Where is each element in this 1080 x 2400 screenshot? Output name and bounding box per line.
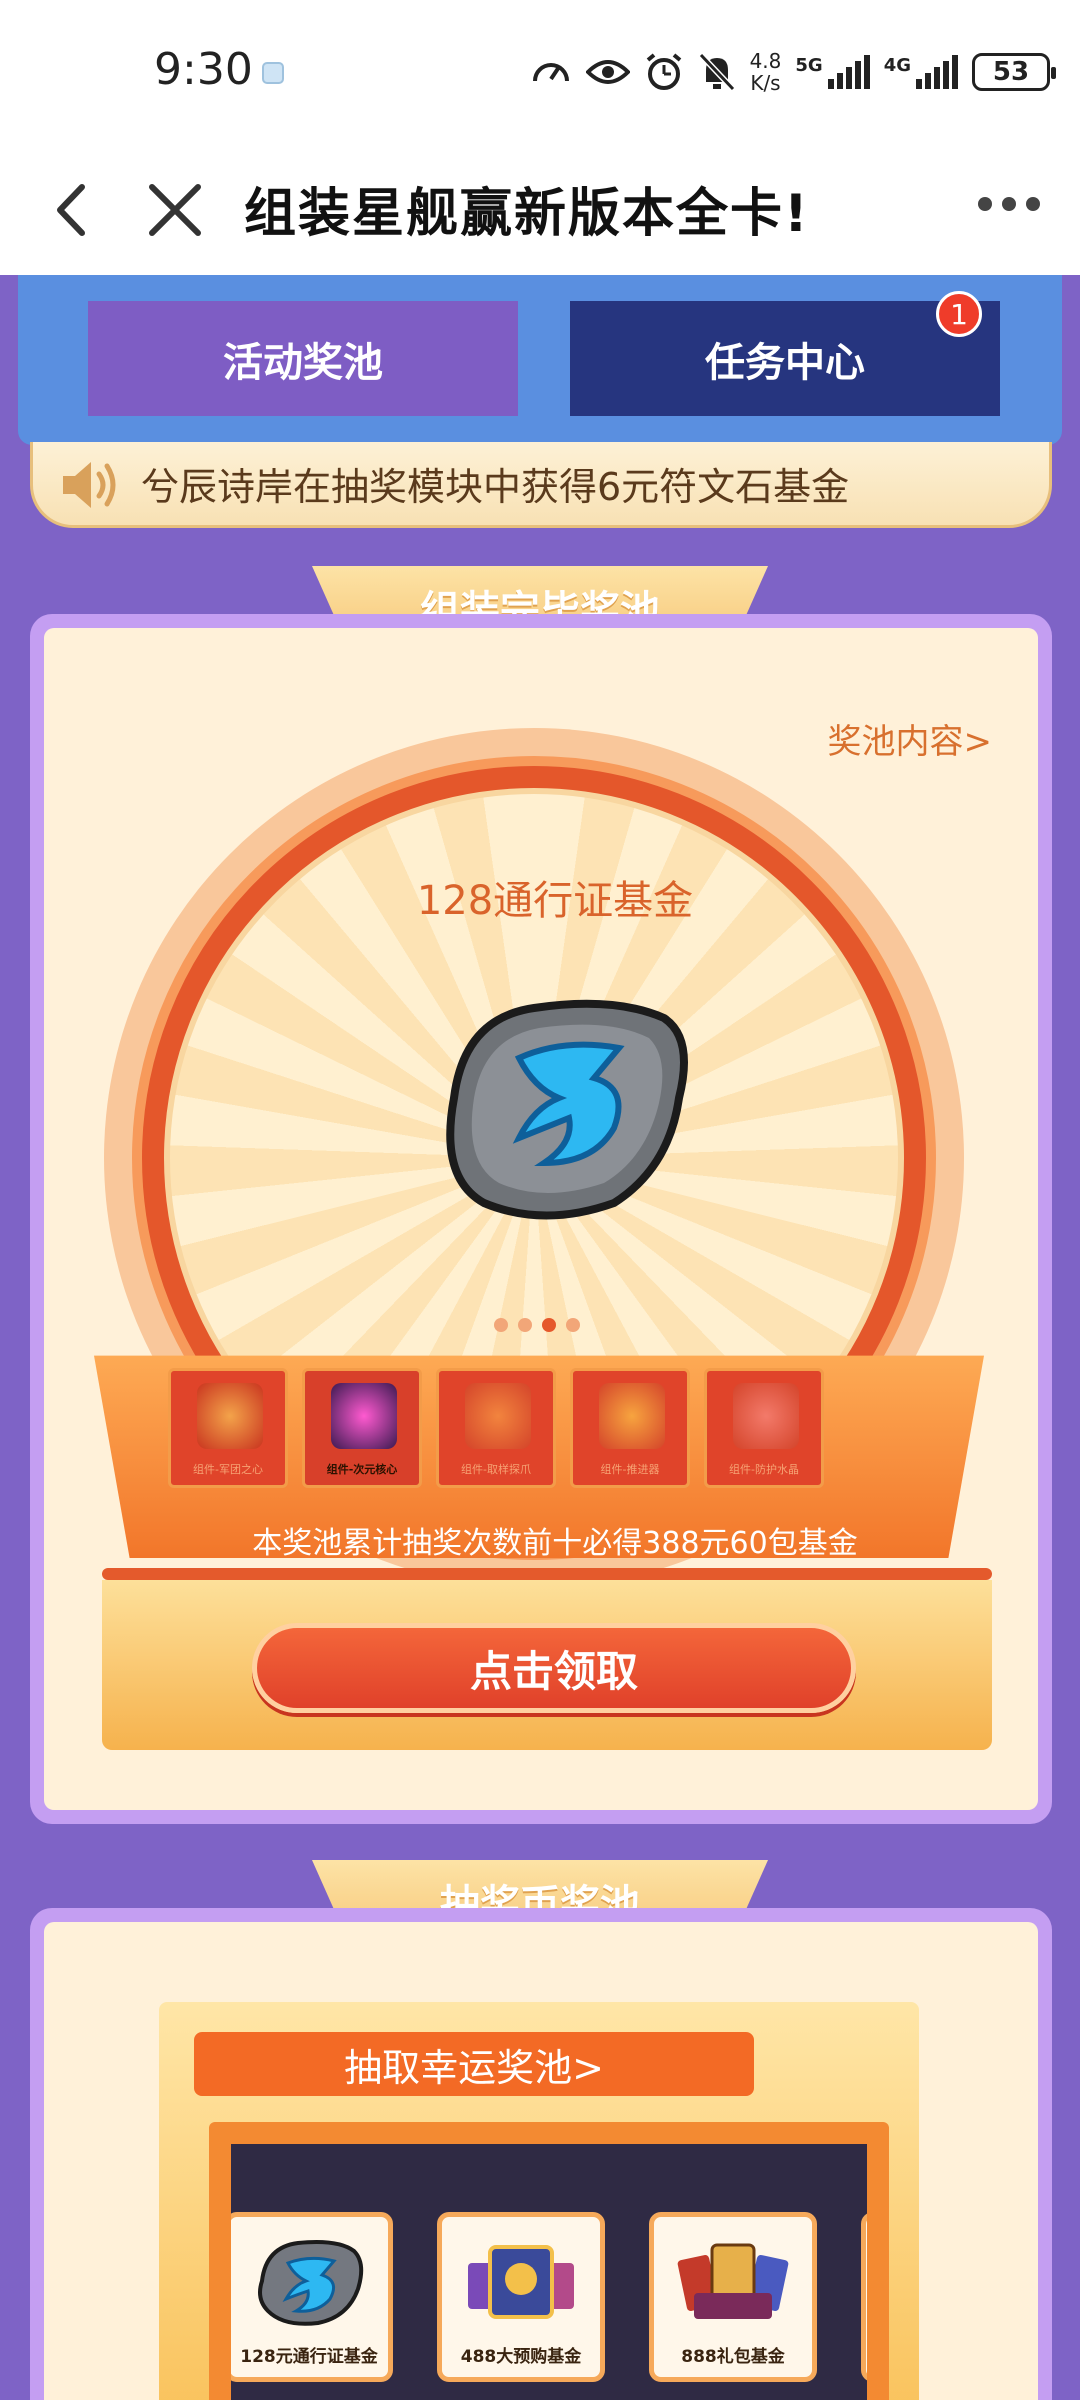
runestone-icon xyxy=(424,978,704,1228)
status-bar: 9:30 4.8 K/s 5G 4G 53 xyxy=(0,0,1080,145)
claim-button[interactable]: 点击领取 xyxy=(252,1623,856,1713)
thruster-icon xyxy=(599,1383,665,1449)
coin-pool-panel: 抽取幸运奖池> 128元通行证基金 488大预购基金 888礼包基金 xyxy=(30,1908,1052,2400)
net-speed: 4.8 K/s xyxy=(750,50,782,94)
assembled-pool-inner: 奖池内容> 128通行证基金 组件-军团之心 组件-次元核心 组件-取样探爪 组… xyxy=(44,628,1038,1810)
speaker-icon xyxy=(57,456,123,514)
pedestal-edge xyxy=(102,1568,992,1580)
carousel-dot[interactable] xyxy=(566,1318,580,1332)
dimension-core-icon xyxy=(331,1383,397,1449)
notification-badge: 1 xyxy=(936,291,982,337)
component-label: 组件-次元核心 xyxy=(326,1463,398,1476)
prize-name: 128通行证基金 xyxy=(416,878,694,924)
assembled-pool-panel: 奖池内容> 128通行证基金 组件-军团之心 组件-次元核心 组件-取样探爪 组… xyxy=(30,614,1052,1824)
lucky-pool-button[interactable]: 抽取幸运奖池> xyxy=(194,2032,754,2096)
carousel-dots xyxy=(494,1318,580,1332)
coin-pool-inner: 抽取幸运奖池> 128元通行证基金 488大预购基金 888礼包基金 xyxy=(44,1922,1038,2400)
prize-cards: 128元通行证基金 488大预购基金 888礼包基金 xyxy=(231,2212,867,2382)
prize-card[interactable]: 488大预购基金 xyxy=(437,2212,605,2382)
component-dimension-core[interactable]: 组件-次元核心 xyxy=(302,1368,422,1488)
carousel-dot-active[interactable] xyxy=(542,1318,556,1332)
speedometer-icon xyxy=(530,51,572,93)
signal-5g-icon: 5G xyxy=(795,55,870,89)
prize-card-label: 488大预购基金 xyxy=(460,2347,582,2367)
runestone-icon xyxy=(248,2233,370,2329)
nav-bar: 组装星舰赢新版本全卡! xyxy=(0,145,1080,275)
carousel-dot[interactable] xyxy=(494,1318,508,1332)
prize-card[interactable]: 128元通行证基金 xyxy=(231,2212,393,2382)
notification-icon xyxy=(262,62,284,84)
tab-bar: 活动奖池 任务中心 1 xyxy=(18,275,1062,445)
close-icon[interactable] xyxy=(140,175,210,245)
eye-icon xyxy=(585,56,630,88)
signal-5g-label: 5G xyxy=(795,55,823,76)
component-shield-crystal[interactable]: 组件-防护水晶 xyxy=(704,1368,824,1488)
battery-icon: 53 xyxy=(972,53,1056,91)
page-title: 组装星舰赢新版本全卡! xyxy=(244,184,810,244)
prize-card-partial[interactable] xyxy=(861,2212,867,2382)
status-icons: 4.8 K/s 5G 4G 53 xyxy=(530,44,1056,100)
net-speed-value: 4.8 xyxy=(749,49,782,73)
tab-activity-pool-label: 活动奖池 xyxy=(223,339,383,386)
card-pack-icon xyxy=(460,2233,582,2329)
carousel-dot[interactable] xyxy=(518,1318,532,1332)
status-time: 9:30 xyxy=(154,44,253,95)
legion-heart-icon xyxy=(197,1383,263,1449)
tab-task-center[interactable]: 任务中心 1 xyxy=(570,291,1000,416)
sample-claw-icon xyxy=(465,1383,531,1449)
pool-content-link[interactable]: 奖池内容> xyxy=(828,714,993,763)
tab-task-center-label: 任务中心 xyxy=(705,339,865,386)
alarm-icon xyxy=(644,52,684,92)
prize-card[interactable]: 888礼包基金 xyxy=(649,2212,817,2382)
winner-marquee: 兮辰诗岸在抽奖模块中获得6元符文石基金 xyxy=(30,442,1052,528)
component-label: 组件-防护水晶 xyxy=(729,1463,799,1476)
component-label: 组件-推进器 xyxy=(600,1463,660,1476)
prize-card-label: 888礼包基金 xyxy=(681,2347,785,2367)
guarantee-text: 本奖池累计抽奖次数前十必得388元60包基金 xyxy=(252,1526,858,1561)
tab-activity-pool[interactable]: 活动奖池 xyxy=(88,301,518,416)
component-label: 组件-军团之心 xyxy=(193,1463,263,1476)
component-thruster[interactable]: 组件-推进器 xyxy=(570,1368,690,1488)
component-legion-heart[interactable]: 组件-军团之心 xyxy=(168,1368,288,1488)
component-label: 组件-取样探爪 xyxy=(461,1463,531,1476)
prize-card-label: 128元通行证基金 xyxy=(240,2347,378,2367)
mute-bell-icon xyxy=(698,52,736,92)
prize-carousel: 128元通行证基金 488大预购基金 888礼包基金 xyxy=(231,2144,867,2400)
back-icon[interactable] xyxy=(42,175,102,245)
marquee-text: 兮辰诗岸在抽奖模块中获得6元符文石基金 xyxy=(141,465,850,509)
net-speed-unit: K/s xyxy=(750,71,781,95)
signal-4g-icon: 4G xyxy=(884,55,958,89)
more-icon[interactable] xyxy=(978,197,1040,211)
component-sample-claw[interactable]: 组件-取样探爪 xyxy=(436,1368,556,1488)
lucky-screen: 128元通行证基金 488大预购基金 888礼包基金 xyxy=(209,2122,889,2400)
card-bundle-icon xyxy=(672,2233,794,2329)
component-row: 组件-军团之心 组件-次元核心 组件-取样探爪 组件-推进器 组件-防护水晶 xyxy=(168,1368,824,1488)
signal-4g-label: 4G xyxy=(883,55,911,76)
shield-crystal-icon xyxy=(733,1383,799,1449)
